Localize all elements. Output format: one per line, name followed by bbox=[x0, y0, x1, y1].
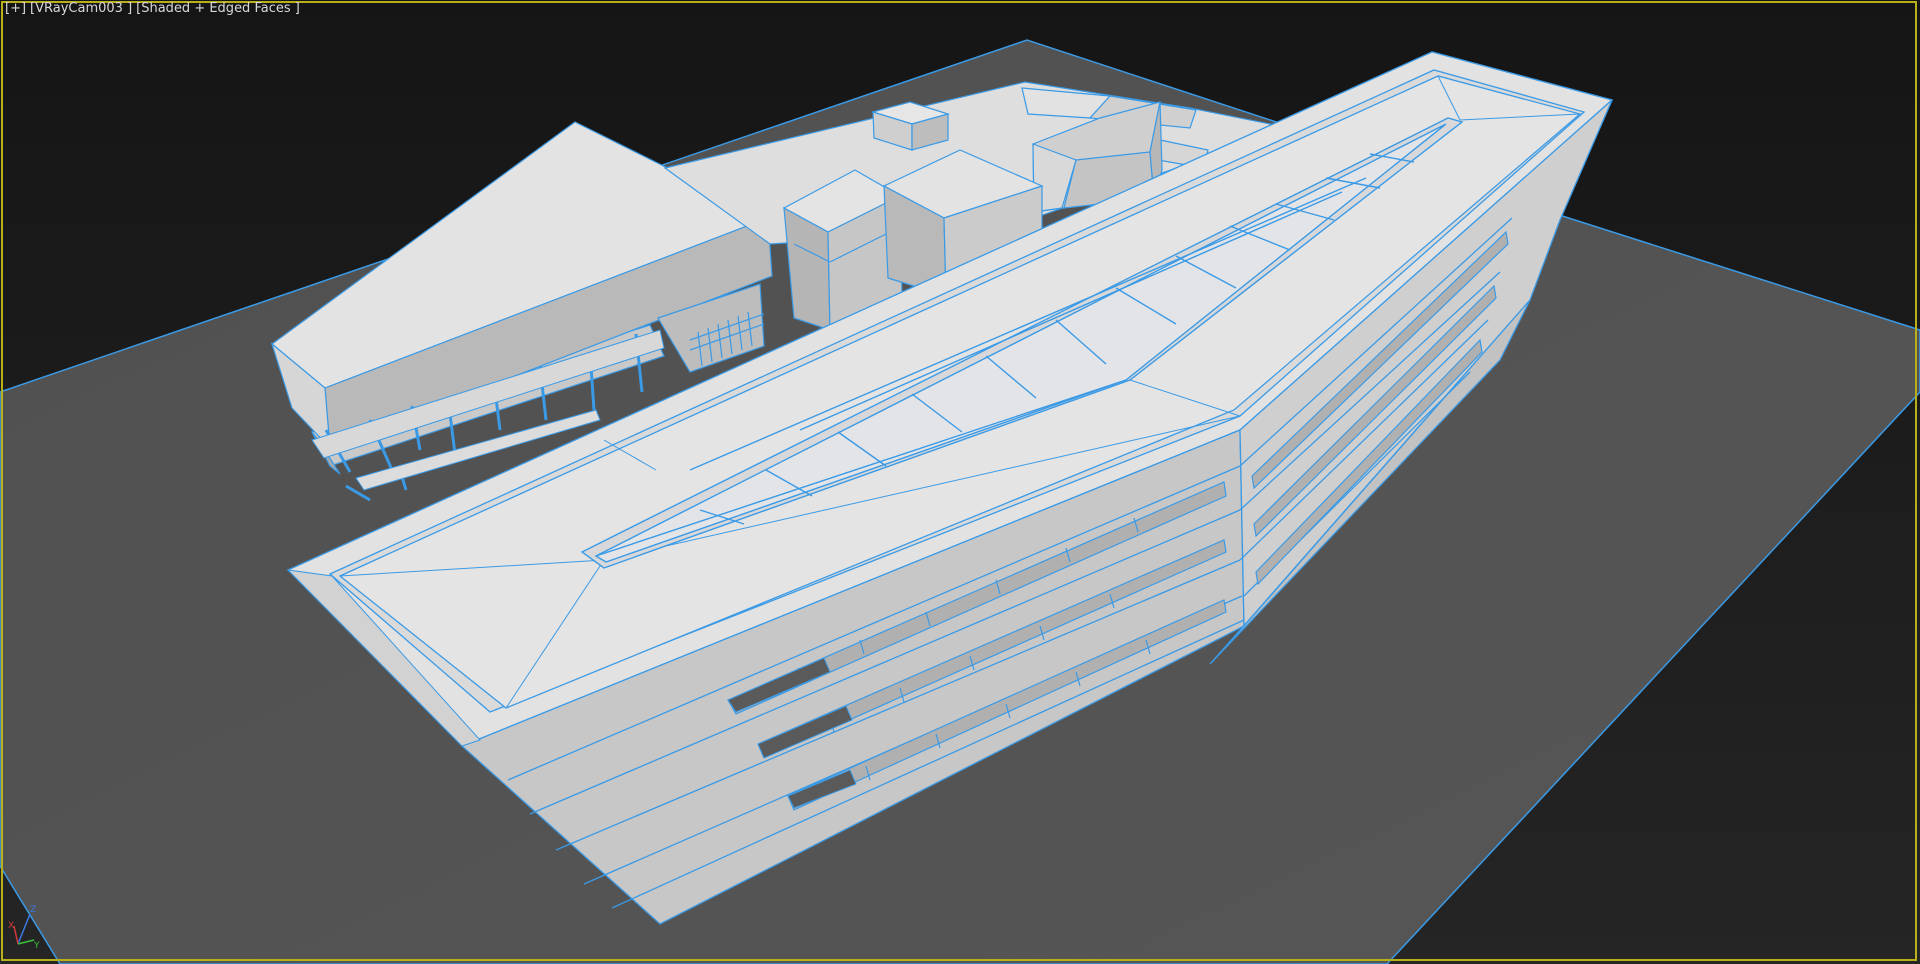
axis-gizmo: Z X Y bbox=[8, 905, 40, 950]
axis-x-line bbox=[13, 925, 19, 945]
viewport-perspective[interactable]: [+] [VRayCam003 ] [Shaded + Edged Faces … bbox=[0, 0, 1920, 964]
viewport-menu-button[interactable]: [+] bbox=[5, 1, 26, 16]
axis-z-line bbox=[17, 913, 31, 945]
axis-y-label: Y bbox=[33, 941, 40, 950]
viewport-label-bar: [+] [VRayCam003 ] [Shaded + Edged Faces … bbox=[5, 1, 300, 16]
shading-mode-button[interactable]: [Shaded + Edged Faces ] bbox=[136, 1, 300, 16]
viewport-scene[interactable] bbox=[0, 0, 1920, 964]
axis-x-label: X bbox=[8, 921, 14, 931]
axis-z-label: Z bbox=[30, 905, 36, 915]
axis-y-line bbox=[17, 939, 35, 945]
camera-label-button[interactable]: [VRayCam003 ] bbox=[30, 1, 132, 16]
